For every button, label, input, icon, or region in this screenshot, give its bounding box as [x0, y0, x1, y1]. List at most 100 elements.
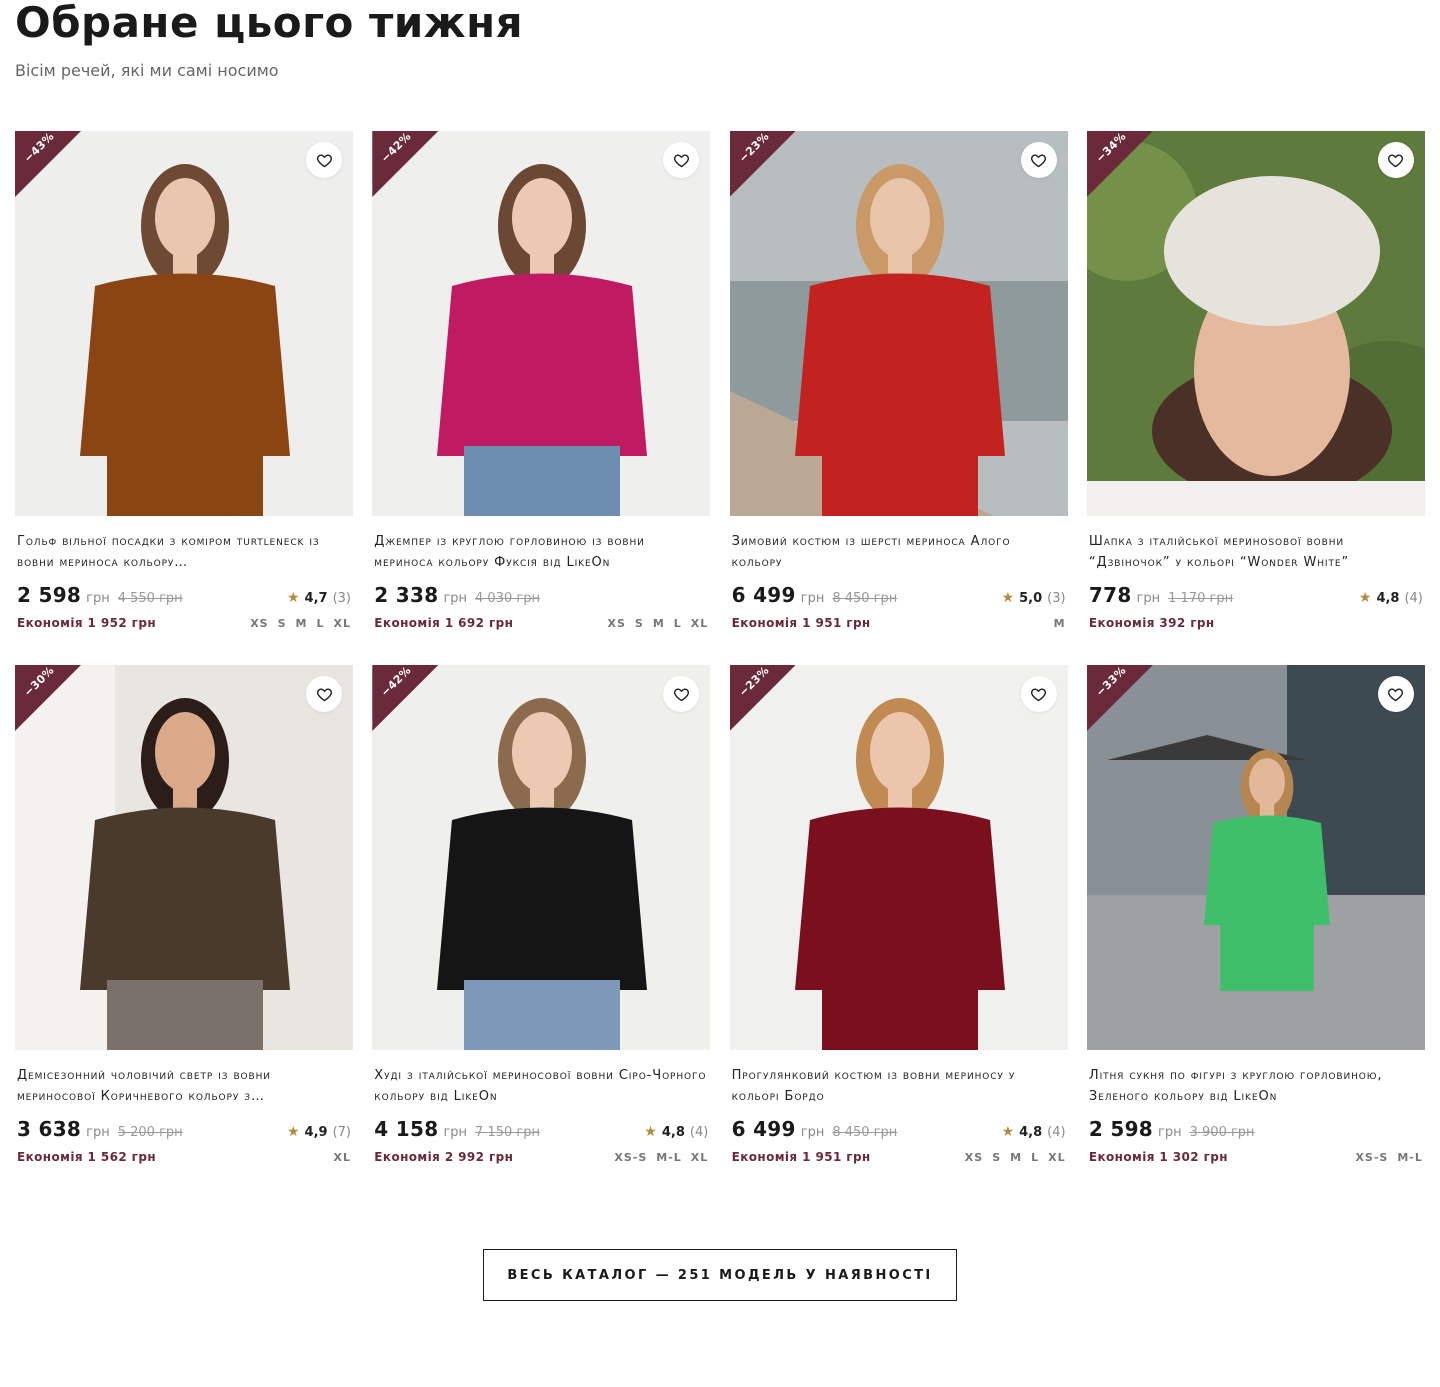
savings-label: Економія 1 952 грн	[17, 616, 157, 630]
price-currency: грн	[86, 591, 110, 606]
product-photo[interactable]: −43%	[15, 131, 353, 516]
favorite-button[interactable]	[306, 142, 342, 178]
product-name[interactable]: Худі з італійської мериносової вовни Сір…	[374, 1065, 708, 1107]
size-option: XS	[250, 616, 269, 630]
rating: ★ 4,8 (4)	[1002, 1124, 1066, 1140]
price-currency: грн	[800, 1125, 825, 1140]
price-currency: грн	[86, 1125, 110, 1140]
product-photo[interactable]: −23%	[729, 665, 1068, 1050]
rating-value: 4,8	[1376, 591, 1400, 606]
size-option: S	[634, 616, 644, 630]
price-row: 2 598 грн 4 550 грн ★ 4,7 (3)	[17, 583, 351, 609]
product-photo[interactable]: −42%	[372, 665, 711, 1050]
savings-row: Економія 1 952 грн XS S M L XL	[17, 613, 351, 633]
review-count: (7)	[332, 1125, 351, 1140]
product-name[interactable]: Зимовий костюм із шерсті мериноса Алого …	[732, 531, 1066, 573]
savings-label: Економія 1 951 грн	[731, 616, 871, 630]
size-option: XL	[333, 1150, 351, 1164]
product-price: 778	[1088, 583, 1132, 607]
size-option: M-L	[1397, 1150, 1423, 1164]
product-card[interactable]: −23% Зимовий костюм із шерсті мериноса А…	[729, 131, 1068, 665]
product-image	[15, 131, 353, 516]
size-option: M	[1010, 1150, 1023, 1164]
price-currency: грн	[443, 591, 468, 606]
section-title: Обране цього тижня	[15, 0, 524, 47]
size-option: XS	[964, 1150, 984, 1164]
product-name[interactable]: Літня сукня по фігурі з круглою горловин…	[1089, 1065, 1423, 1107]
product-card[interactable]: −33% Літня сукня по фігурі з круглою гор…	[1086, 665, 1425, 1199]
review-count: (3)	[332, 591, 351, 606]
favorite-button[interactable]	[1377, 676, 1414, 712]
price-row: 4 158 грн 7 150 грн ★ 4,8 (4)	[374, 1117, 708, 1143]
product-price: 4 158	[374, 1117, 439, 1141]
old-price: 7 150 грн	[475, 1125, 540, 1140]
old-price: 8 450 грн	[832, 1125, 898, 1140]
star-icon: ★	[1001, 1124, 1015, 1140]
product-card[interactable]: −34% Шапка з італійської меринosової вов…	[1086, 131, 1425, 665]
size-list: XS S M L XL	[965, 1151, 1066, 1164]
size-option: XL	[1048, 1150, 1066, 1164]
star-icon: ★	[286, 590, 300, 606]
product-card[interactable]: −30% Демісезонний чоловічий светр із вов…	[15, 665, 353, 1199]
size-list: M	[1054, 617, 1066, 630]
size-option: XL	[333, 616, 351, 630]
price-row: 2 338 грн 4 030 грн ★	[374, 583, 708, 609]
rating: ★ 4,9 (7)	[287, 1124, 351, 1140]
product-name[interactable]: Шапка з італійської меринosової вовни “Д…	[1089, 531, 1423, 573]
product-name[interactable]: Гольф вільної посадки з коміром turtlene…	[17, 531, 351, 573]
review-count: (4)	[689, 1125, 709, 1140]
product-price: 6 499	[731, 583, 796, 607]
product-price: 3 638	[17, 1117, 82, 1141]
product-grid: −43% Гольф вільної посадки з коміром tur…	[15, 131, 1425, 1199]
product-card[interactable]: −23% Прогулянковий костюм із вовни мерин…	[729, 665, 1068, 1199]
product-image	[729, 131, 1068, 516]
product-price: 2 598	[17, 583, 82, 607]
favorite-button[interactable]	[306, 676, 342, 712]
size-list: XS S M L XL	[250, 617, 351, 630]
product-image	[1086, 665, 1425, 1050]
star-icon: ★	[1358, 590, 1372, 606]
product-card[interactable]: −42% Худі з італійської мериносової вовн…	[372, 665, 711, 1199]
product-price: 2 338	[374, 583, 439, 607]
savings-label: Економія 2 992 грн	[374, 1150, 514, 1164]
product-name[interactable]: Джемпер із круглою горловиною із вовни м…	[374, 531, 708, 573]
rating-value: 4,8	[1019, 1125, 1043, 1140]
review-count: (4)	[1404, 591, 1423, 606]
product-photo[interactable]: −33%	[1086, 665, 1425, 1050]
heart-icon	[1031, 687, 1047, 701]
savings-label: Економія 392 грн	[1088, 616, 1215, 630]
size-option: XL	[690, 1150, 709, 1164]
product-photo[interactable]: −23%	[729, 131, 1068, 516]
heart-icon	[1388, 153, 1404, 167]
product-photo[interactable]: −42%	[372, 131, 711, 516]
heart-icon	[1031, 153, 1047, 167]
view-catalog-button[interactable]: ВЕСЬ КАТАЛОГ — 251 МОДЕЛЬ У НАЯВНОСТІ	[483, 1249, 957, 1301]
price-currency: грн	[800, 591, 825, 606]
product-card[interactable]: −42% Джемпер із круглою горловиною із во…	[372, 131, 711, 665]
product-name[interactable]: Демісезонний чоловічий светр із вовни ме…	[17, 1065, 351, 1107]
price-currency: грн	[1158, 1125, 1182, 1140]
size-option: S	[992, 1150, 1002, 1164]
product-image	[372, 131, 711, 516]
savings-row: Економія 2 992 грн XS-S M-L XL	[374, 1147, 708, 1167]
product-photo[interactable]: −34%	[1086, 131, 1425, 516]
savings-row: Економія 392 грн	[1089, 613, 1423, 633]
size-option: S	[277, 616, 287, 630]
favorite-button[interactable]	[1377, 142, 1414, 178]
rating-value: 4,9	[304, 1125, 328, 1140]
savings-row: Економія 1 692 грн XS S M L XL	[374, 613, 708, 633]
size-option: M	[652, 616, 665, 630]
old-price: 1 170 грн	[1168, 591, 1234, 606]
size-list: XL	[334, 1151, 352, 1164]
product-image	[729, 665, 1068, 1050]
savings-row: Економія 1 562 грн XL	[17, 1147, 351, 1167]
favorite-button[interactable]	[1020, 142, 1057, 178]
product-image	[15, 665, 353, 1050]
favorite-button[interactable]	[1020, 676, 1057, 712]
product-photo[interactable]: −30%	[15, 665, 353, 1050]
product-name[interactable]: Прогулянковий костюм із вовни мериносу у…	[732, 1065, 1066, 1107]
price-row: 778 грн 1 170 грн ★ 4,8 (4)	[1089, 583, 1423, 609]
price-currency: грн	[443, 1125, 468, 1140]
product-card[interactable]: −43% Гольф вільної посадки з коміром tur…	[15, 131, 353, 665]
heart-icon	[1388, 687, 1404, 701]
